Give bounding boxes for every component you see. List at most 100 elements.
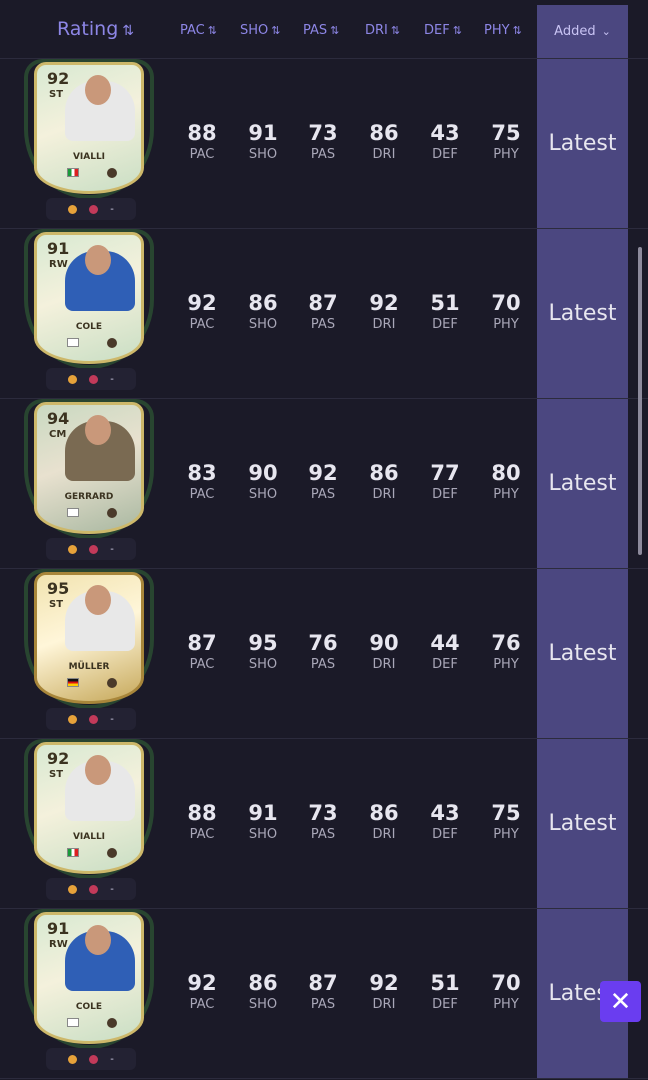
scrollbar[interactable]: [638, 247, 642, 555]
stat-pac: 88 PAC: [172, 121, 232, 162]
close-button[interactable]: ✕: [600, 981, 641, 1022]
stat-sho: 91 SHO: [233, 801, 293, 842]
playstyle-icon: [89, 544, 99, 554]
stat-label: PAC: [189, 997, 215, 1012]
stat-label: DEF: [432, 657, 458, 672]
card-player-name: COLE: [75, 322, 103, 332]
sort-pas-button[interactable]: PAS ⇅: [303, 23, 339, 38]
stat-pac: 92 PAC: [172, 291, 232, 332]
chemistry-value: -: [110, 203, 114, 215]
stat-phy: 75 PHY: [476, 801, 536, 842]
stat-dri: 86 DRI: [354, 121, 414, 162]
stat-value: 88: [187, 801, 217, 825]
stat-value: 51: [430, 291, 460, 315]
stat-value: 70: [491, 971, 521, 995]
card-nation-club: [67, 508, 117, 518]
stat-label: SHO: [248, 657, 278, 672]
added-cell: Latest: [537, 229, 628, 398]
chemistry-bar: -: [46, 368, 136, 390]
nation-flag-icon: [67, 678, 79, 687]
player-row[interactable]: 94 CM GERRARD - 83 PAC 90 SHO 92 PAS 86 DRI 77 DEF 80 P…: [0, 399, 648, 569]
player-list: 92 ST VIALLI -88 PAC 91 SHO 73 PAS 86 DRI 43 DEF 75 PH…: [0, 59, 648, 1079]
club-badge-icon: [107, 508, 117, 518]
player-card[interactable]: 94 CM GERRARD -: [24, 399, 158, 567]
pac-header-label: PAC: [180, 23, 205, 38]
stat-label: DRI: [372, 317, 396, 332]
player-card[interactable]: 91 RW COLE -: [24, 229, 158, 397]
stat-def: 43 DEF: [415, 121, 475, 162]
sort-icon: ⇅: [512, 24, 522, 37]
stat-value: 70: [491, 291, 521, 315]
stat-pas: 92 PAS: [293, 461, 353, 502]
stat-pac: 87 PAC: [172, 631, 232, 672]
player-card[interactable]: 91 RW COLE -: [24, 909, 158, 1077]
stat-label: PHY: [493, 657, 519, 672]
stat-label: SHO: [248, 317, 278, 332]
stat-pac: 88 PAC: [172, 801, 232, 842]
club-badge-icon: [107, 678, 117, 688]
stat-sho: 86 SHO: [233, 971, 293, 1012]
chemistry-style-icon: [68, 374, 78, 384]
chemistry-bar: -: [46, 878, 136, 900]
card-face: 91 RW COLE: [34, 232, 144, 364]
stat-label: PAS: [310, 487, 336, 502]
stat-value: 73: [308, 801, 338, 825]
sort-icon: ⇅: [271, 24, 281, 37]
card-nation-club: [67, 1018, 117, 1028]
nation-flag-icon: [67, 508, 79, 517]
sort-rating-button[interactable]: Rating ⇅: [57, 18, 134, 40]
stat-value: 43: [430, 121, 460, 145]
added-value: Latest: [548, 641, 617, 666]
stat-pas: 87 PAS: [293, 291, 353, 332]
sort-def-button[interactable]: DEF ⇅: [424, 23, 462, 38]
player-row[interactable]: 92 ST VIALLI - 88 PAC 91 SHO 73 PAS 86 DRI 43 DEF 75 PH…: [0, 59, 648, 229]
player-card[interactable]: 92 ST VIALLI -: [24, 739, 158, 907]
stat-label: DRI: [372, 487, 396, 502]
nation-flag-icon: [67, 848, 79, 857]
stat-value: 86: [369, 461, 399, 485]
stat-sho: 90 SHO: [233, 461, 293, 502]
stat-label: DEF: [432, 997, 458, 1012]
player-head: [85, 245, 111, 275]
added-header-label: Added: [554, 24, 596, 39]
chemistry-value: -: [110, 713, 114, 725]
club-badge-icon: [107, 1018, 117, 1028]
added-value: Latest: [548, 131, 617, 156]
card-face: 92 ST VIALLI: [34, 62, 144, 194]
player-head: [85, 415, 111, 445]
stat-value: 95: [248, 631, 278, 655]
player-head: [85, 585, 111, 615]
stat-label: DRI: [372, 147, 396, 162]
nation-flag-icon: [67, 1018, 79, 1027]
player-row[interactable]: 92 ST VIALLI - 88 PAC 91 SHO 73 PAS 86 DRI 43 DEF 75 PH…: [0, 739, 648, 909]
stat-dri: 90 DRI: [354, 631, 414, 672]
stat-label: SHO: [248, 487, 278, 502]
sort-sho-button[interactable]: SHO ⇅: [240, 23, 280, 38]
stat-label: PAC: [189, 657, 215, 672]
sort-phy-button[interactable]: PHY ⇅: [484, 23, 522, 38]
stat-value: 92: [187, 971, 217, 995]
stat-def: 51 DEF: [415, 971, 475, 1012]
added-value: Latest: [548, 811, 617, 836]
stat-label: DEF: [432, 317, 458, 332]
card-nation-club: [67, 168, 117, 178]
player-card[interactable]: 92 ST VIALLI -: [24, 59, 158, 227]
chemistry-style-icon: [68, 884, 78, 894]
player-row[interactable]: 91 RW COLE -92 PAC 86 SHO 87 PAS 92 DRI 51 DEF 70 PHY L…: [0, 909, 648, 1079]
stat-value: 86: [369, 121, 399, 145]
stat-value: 77: [430, 461, 460, 485]
stat-pac: 83 PAC: [172, 461, 232, 502]
chemistry-style-icon: [68, 1054, 78, 1064]
stat-pas: 73 PAS: [293, 801, 353, 842]
player-card[interactable]: 95 ST MÜLLER -: [24, 569, 158, 737]
stat-value: 75: [491, 801, 521, 825]
player-row[interactable]: 91 RW COLE -92 PAC 86 SHO 87 PAS 92 DRI 51 DEF 70 PHY L…: [0, 229, 648, 399]
player-row[interactable]: 95 ST MÜLLER -87 PAC 95 SHO 76 PAS 90 DRI 44 DEF 76 PH…: [0, 569, 648, 739]
stat-value: 87: [308, 291, 338, 315]
added-filter-dropdown[interactable]: Added ⌄: [537, 5, 628, 58]
sort-dri-button[interactable]: DRI ⇅: [365, 23, 400, 38]
stat-value: 91: [248, 801, 278, 825]
sort-pac-button[interactable]: PAC ⇅: [180, 23, 217, 38]
chemistry-bar: -: [46, 198, 136, 220]
stat-value: 76: [308, 631, 338, 655]
